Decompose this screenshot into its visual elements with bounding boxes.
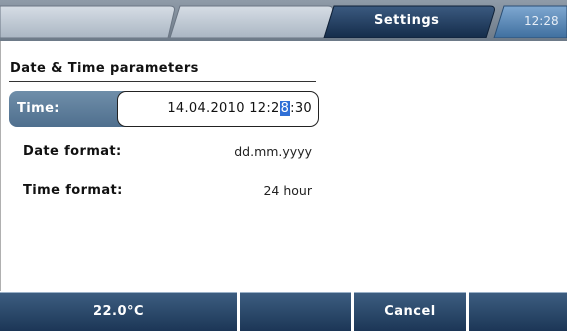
time-format-value[interactable]: 24 hour [263,183,312,198]
softkey-bar: 22.0°C Cancel [0,291,567,331]
time-input[interactable]: 14.04.2010 12:28:30 [117,91,319,127]
section-divider [9,81,316,82]
time-format-label: Time format: [23,183,123,198]
top-tab-bar: Settings 12:28 [0,0,567,41]
tab-settings[interactable]: Settings [318,4,498,38]
softkey-4[interactable] [469,292,567,331]
cancel-button[interactable]: Cancel [354,292,466,331]
time-cursor-digit[interactable]: 8 [279,101,291,116]
time-label: Time: [17,101,60,116]
settings-panel: Date & Time parameters Time: 14.04.2010 … [0,41,567,291]
time-value-before-cursor: 14.04.2010 12:2 [167,101,280,116]
clock-time: 12:28 [524,14,559,28]
date-format-value[interactable]: dd.mm.yyyy [234,144,312,159]
softkey-2[interactable] [240,292,351,331]
tab-inactive-2-shape [169,5,333,38]
time-value-after-cursor: :30 [290,101,312,116]
section-title: Date & Time parameters [10,61,199,76]
time-field-row[interactable]: Time: 14.04.2010 12:28:30 [9,91,319,127]
temperature-softkey[interactable]: 22.0°C [0,292,237,331]
tab-inactive-1-shape [0,5,175,38]
clock-tab: 12:28 [490,4,567,38]
tab-inactive-2[interactable] [166,4,336,38]
tab-inactive-1[interactable] [0,4,182,38]
date-format-label: Date format: [23,144,122,159]
tab-settings-label: Settings [374,13,440,28]
